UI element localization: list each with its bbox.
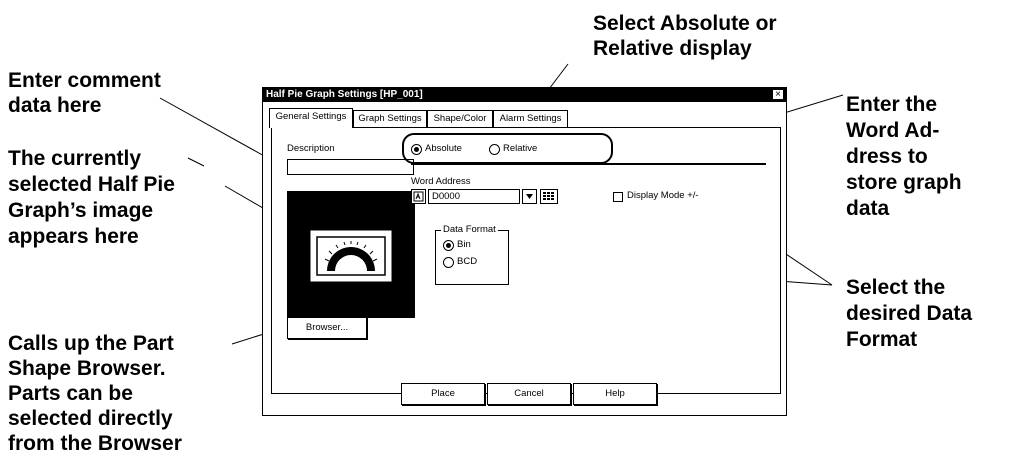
callout-select-display: Select Absolute or Relative display	[593, 12, 777, 60]
callout-browser: Calls up the Part Shape Browser. Parts c…	[8, 332, 182, 455]
description-input[interactable]	[287, 159, 414, 175]
address-input-icon[interactable]	[411, 189, 426, 204]
word-address-input[interactable]: D0000	[428, 189, 520, 204]
tab-general-settings[interactable]: General Settings	[269, 108, 353, 128]
help-button-label: Help	[605, 388, 625, 399]
tab-alarm-settings[interactable]: Alarm Settings	[493, 110, 568, 127]
half-pie-graph-preview	[287, 191, 415, 318]
bcd-label[interactable]: BCD	[457, 256, 477, 267]
dialog-titlebar[interactable]: Half Pie Graph Settings [HP_001] ×	[263, 88, 786, 102]
callout-word-address: Enter the Word Ad- dress to store graph …	[846, 93, 962, 220]
close-icon[interactable]: ×	[772, 89, 784, 100]
display-options-highlight	[402, 133, 613, 164]
leader-image	[187, 157, 205, 167]
display-mode-label[interactable]: Display Mode +/-	[627, 190, 699, 201]
browser-button[interactable]: Browser...	[287, 317, 367, 339]
description-label: Description	[287, 143, 335, 154]
callout-data-format: Select the desired Data Format	[846, 276, 973, 351]
half-pie-gauge-icon	[310, 230, 392, 282]
keypad-icon[interactable]	[540, 189, 558, 204]
dialog-title: Half Pie Graph Settings [HP_001]	[266, 89, 423, 100]
bcd-radio[interactable]	[443, 257, 454, 268]
callout-image: The currently selected Half Pie Graph’s …	[8, 147, 175, 248]
leader-comment	[159, 97, 276, 163]
word-address-label: Word Address	[411, 176, 471, 187]
bin-label[interactable]: Bin	[457, 239, 471, 250]
bin-radio[interactable]	[443, 240, 454, 251]
tab-graph-settings[interactable]: Graph Settings	[353, 110, 427, 127]
word-address-dropdown-icon[interactable]	[522, 189, 537, 204]
help-button[interactable]: Help	[573, 383, 657, 405]
place-button[interactable]: Place	[401, 383, 485, 405]
data-format-title: Data Format	[441, 224, 498, 235]
callout-comment: Enter comment data here	[8, 69, 161, 117]
display-mode-checkbox[interactable]	[613, 192, 623, 202]
tab-shape-color[interactable]: Shape/Color	[427, 110, 493, 127]
cancel-button[interactable]: Cancel	[487, 383, 571, 405]
